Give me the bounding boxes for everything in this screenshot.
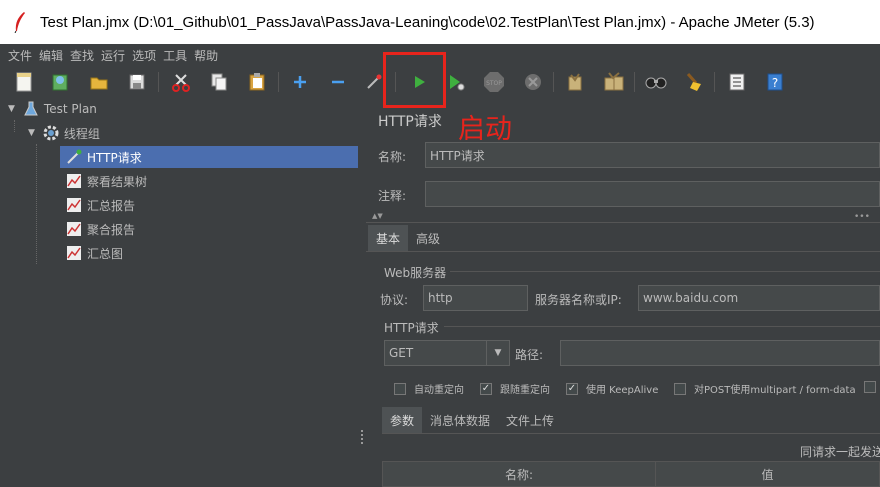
method-select[interactable]: GET ▼: [384, 340, 510, 366]
menu-options[interactable]: 选项: [132, 47, 156, 64]
follow-redirects-checkbox[interactable]: ✓ 跟随重定向: [480, 381, 550, 396]
tab-parameters[interactable]: 参数: [382, 407, 423, 433]
more-icon[interactable]: •••: [854, 212, 870, 222]
menu-edit[interactable]: 编辑: [39, 47, 63, 64]
save-icon[interactable]: [125, 70, 149, 94]
start-annotation: 启动: [458, 114, 512, 145]
http-request-panel: HTTP请求 名称: HTTP请求 注释: ▲▼ ••• 基本 高级 Web服务…: [366, 98, 880, 487]
tab-basic[interactable]: 基本: [368, 225, 409, 251]
path-label: 路径:: [515, 348, 544, 362]
start-no-pause-icon[interactable]: [444, 70, 468, 94]
splitter-grip-icon[interactable]: [361, 430, 365, 444]
templates-icon[interactable]: [48, 70, 72, 94]
gear-icon: [43, 125, 59, 141]
checkmark-icon[interactable]: ✓: [566, 382, 578, 395]
comment-label: 注释:: [378, 189, 407, 203]
chart-icon: [67, 222, 81, 236]
auto-redirect-checkbox[interactable]: 自动重定向: [394, 381, 464, 396]
main-tabs: 基本 高级: [368, 225, 448, 251]
tree-node-summary-graph[interactable]: 汇总图: [66, 242, 123, 264]
splitter[interactable]: [358, 98, 366, 487]
clear-all-icon[interactable]: [602, 70, 626, 94]
tab-advanced[interactable]: 高级: [408, 225, 448, 251]
protocol-field[interactable]: http: [423, 285, 528, 311]
tree-node-test-plan[interactable]: ▼ Test Plan: [8, 98, 97, 120]
checkbox-box[interactable]: [394, 382, 406, 395]
test-plan-tree: ▼ Test Plan ▼ 线程组 HTTP请求 察看结果树 汇总报告 聚合报告…: [0, 98, 364, 487]
collapse-arrows-icon[interactable]: ▲▼: [372, 212, 383, 220]
checkbox-box[interactable]: [864, 381, 876, 393]
tree-node-aggregate-report[interactable]: 聚合报告: [66, 218, 135, 240]
clear-icon[interactable]: [563, 70, 587, 94]
help-icon[interactable]: ?: [763, 70, 787, 94]
checkmark-icon[interactable]: ✓: [480, 382, 492, 395]
search-icon[interactable]: [644, 70, 668, 94]
expand-icon[interactable]: [288, 70, 312, 94]
shutdown-icon[interactable]: [521, 70, 545, 94]
paste-icon[interactable]: [245, 70, 269, 94]
cut-icon[interactable]: [169, 70, 193, 94]
new-icon[interactable]: [12, 70, 36, 94]
server-field[interactable]: www.baidu.com: [638, 285, 880, 311]
menu-run[interactable]: 运行: [101, 47, 125, 64]
chevron-down-icon[interactable]: ▼: [486, 341, 509, 365]
panel-heading: HTTP请求: [378, 114, 442, 130]
browser-headers-checkbox[interactable]: [864, 381, 880, 393]
stop-icon[interactable]: STOP: [482, 70, 506, 94]
start-button-highlight: [383, 52, 446, 108]
web-server-group-label: Web服务器: [384, 266, 447, 280]
method-value: GET: [389, 346, 414, 360]
send-with-request-label: 同请求一起发送: [800, 445, 880, 459]
collapse-icon[interactable]: [326, 70, 350, 94]
body-tabs: 参数 消息体数据 文件上传: [382, 407, 562, 433]
svg-text:?: ?: [772, 76, 778, 90]
tab-files-upload[interactable]: 文件上传: [498, 407, 562, 433]
menu-tools[interactable]: 工具: [163, 47, 187, 64]
copy-icon[interactable]: [207, 70, 231, 94]
chart-icon: [67, 198, 81, 212]
tree-node-view-results-tree[interactable]: 察看结果树: [66, 170, 147, 192]
open-icon[interactable]: [87, 70, 111, 94]
function-helper-icon[interactable]: [725, 70, 749, 94]
chart-icon: [67, 246, 81, 260]
table-header-name[interactable]: 名称:: [382, 461, 656, 487]
window-title: Test Plan.jmx (D:\01_Github\01_PassJava\…: [40, 13, 815, 31]
pipette-icon: [67, 149, 82, 164]
menu-help[interactable]: 帮助: [194, 47, 218, 64]
expand-arrow-icon[interactable]: ▼: [28, 128, 35, 138]
keepalive-checkbox[interactable]: ✓ 使用 KeepAlive: [566, 381, 658, 396]
jmeter-feather-icon: [14, 12, 25, 33]
tree-node-http-request[interactable]: HTTP请求: [60, 146, 358, 168]
table-header-value[interactable]: 值: [655, 461, 880, 487]
checkbox-box[interactable]: [674, 382, 686, 395]
multipart-checkbox[interactable]: 对POST使用multipart / form-data: [674, 381, 856, 396]
menu-search[interactable]: 查找: [70, 47, 94, 64]
http-request-group-label: HTTP请求: [384, 321, 439, 335]
tab-body-data[interactable]: 消息体数据: [422, 407, 498, 433]
name-label: 名称:: [378, 150, 407, 164]
tree-node-summary-report[interactable]: 汇总报告: [66, 194, 135, 216]
title-bar: Test Plan.jmx (D:\01_Github\01_PassJava\…: [0, 0, 880, 44]
server-label: 服务器名称或IP:: [535, 293, 622, 307]
expand-arrow-icon[interactable]: ▼: [8, 104, 15, 114]
menu-file[interactable]: 文件: [8, 47, 32, 64]
test-plan-icon: [24, 101, 38, 116]
svg-text:STOP: STOP: [486, 80, 502, 87]
path-field[interactable]: [560, 340, 880, 366]
chart-icon: [67, 174, 81, 188]
reset-search-icon[interactable]: [682, 70, 706, 94]
tree-node-thread-group[interactable]: ▼ 线程组: [28, 122, 100, 144]
comment-field[interactable]: [425, 181, 880, 207]
protocol-label: 协议:: [380, 293, 409, 307]
